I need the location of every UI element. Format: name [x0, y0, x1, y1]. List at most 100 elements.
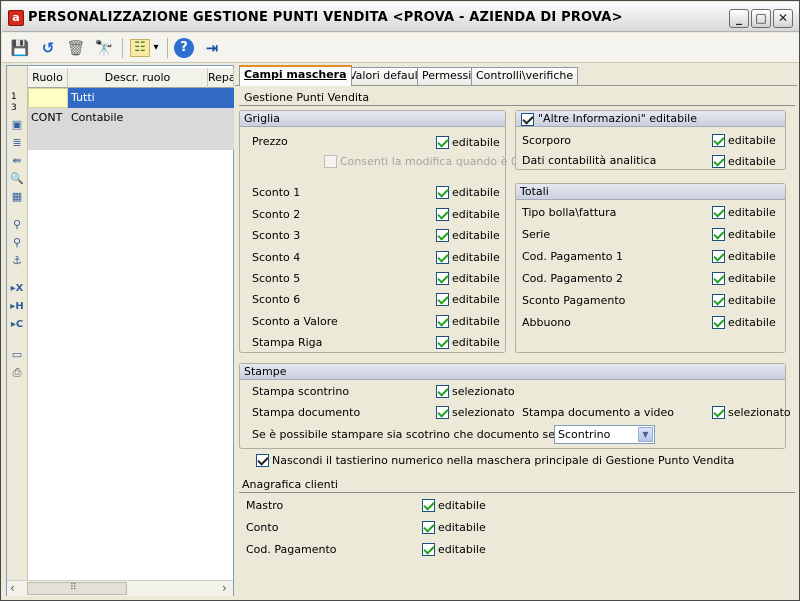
abbuono-check-label: editabile [728, 316, 776, 329]
save-icon[interactable]: 💾 [9, 37, 31, 59]
scorporo-label: Scorporo [522, 134, 572, 147]
tipo-bolla-checkbox[interactable] [712, 206, 725, 219]
chevron-down-icon[interactable]: ▼ [638, 427, 653, 442]
import-icon[interactable]: ⇚ [10, 154, 24, 168]
cell-repa[interactable] [208, 108, 234, 128]
stampa-riga-check-label: editabile [452, 336, 500, 349]
dati-contabilita-checkbox[interactable] [712, 155, 725, 168]
stampa-video-checkbox[interactable] [712, 406, 725, 419]
cod-pagamento-2-checkbox[interactable] [712, 272, 725, 285]
altre-informazioni-group: "Altre Informazioni" editabile Scorporo … [515, 110, 786, 170]
nascondi-tastierino-label: Nascondi il tastierino numerico nella ma… [272, 454, 735, 467]
tab-controlli-verifiche[interactable]: Controlli\verifiche [471, 67, 579, 85]
divider [239, 492, 795, 493]
sconto-valore-checkbox[interactable] [436, 315, 449, 328]
anchor-icon[interactable]: ⚓ [10, 254, 24, 268]
title-bar[interactable]: a PERSONALIZZAZIONE GESTIONE PUNTI VENDI… [2, 2, 799, 32]
stampa-video-check-label: selezionato [728, 406, 791, 419]
exit-icon[interactable]: ⇥ [201, 37, 223, 59]
close-button[interactable]: ✕ [773, 9, 793, 28]
serie-checkbox[interactable] [712, 228, 725, 241]
undo-icon[interactable]: ↺ [37, 37, 59, 59]
prezzo-checkbox[interactable] [436, 136, 449, 149]
stampe-group: Stampe Stampa scontrino selezionato Stam… [239, 363, 791, 449]
sconto-3-label: Sconto 3 [252, 229, 301, 242]
settings-panel: Campi maschera Valori default Permessi C… [235, 65, 797, 596]
stampa-riga-checkbox[interactable] [436, 336, 449, 349]
table-row[interactable]: CONT Contabile [28, 108, 234, 150]
toolbar-separator [167, 38, 168, 58]
scorporo-checkbox[interactable] [712, 134, 725, 147]
cod-pagamento-1-label: Cod. Pagamento 1 [522, 250, 623, 263]
cell-ruolo[interactable] [28, 88, 68, 108]
tab-campi-maschera[interactable]: Campi maschera [239, 65, 352, 86]
sconto-4-checkbox[interactable] [436, 251, 449, 264]
scroll-right-icon[interactable]: › [222, 581, 227, 596]
stampa-select[interactable]: Scontrino ▼ [554, 425, 655, 444]
table-row[interactable]: Tutti [28, 88, 234, 108]
griglia-group: Griglia Prezzo editabile Consenti la mod… [239, 110, 518, 353]
filter-remove-icon[interactable]: ⚲ [10, 236, 24, 250]
stampa-select-value: Scontrino [558, 428, 611, 441]
cod-pagamento-1-check-label: editabile [728, 250, 776, 263]
help-icon[interactable]: ? [174, 38, 194, 58]
view-dropdown-icon[interactable]: ▾ [150, 37, 162, 59]
stampa-documento-checkbox[interactable] [436, 406, 449, 419]
print-icon[interactable]: ⎙ [10, 366, 24, 380]
cell-repa[interactable] [208, 88, 234, 108]
tab-permessi[interactable]: Permessi [417, 67, 477, 85]
column-header-repa[interactable]: Repa [208, 68, 234, 88]
nascondi-tastierino-checkbox[interactable] [256, 454, 269, 467]
column-header-descr[interactable]: Descr. ruolo [68, 68, 208, 88]
sconto-2-checkbox[interactable] [436, 208, 449, 221]
tipo-bolla-check-label: editabile [728, 206, 776, 219]
cell-descr[interactable]: Tutti [68, 88, 208, 108]
tab-valori-default[interactable]: Valori default [344, 67, 427, 85]
sconto-pagamento-check-label: editabile [728, 294, 776, 307]
filter-icon[interactable]: ⚲ [10, 218, 24, 232]
anagrafica-title: Anagrafica clienti [242, 478, 338, 491]
sconto-valore-check-label: editabile [452, 315, 500, 328]
list-icon[interactable]: ≣ [10, 136, 24, 150]
zoom-icon[interactable]: 🔍 [10, 172, 24, 186]
cod-pagamento-check-label: editabile [438, 543, 486, 556]
main-window: a PERSONALIZZAZIONE GESTIONE PUNTI VENDI… [0, 0, 800, 601]
sconto-3-checkbox[interactable] [436, 229, 449, 242]
export-c-icon[interactable]: ▸C [10, 318, 24, 332]
cod-pagamento-label: Cod. Pagamento [246, 543, 337, 556]
record-icon[interactable]: ▣ [10, 118, 24, 132]
view-icon[interactable]: ☷ [130, 39, 150, 57]
cell-ruolo[interactable]: CONT [28, 108, 68, 128]
cell-descr[interactable]: Contabile [68, 108, 208, 128]
griglia-header: Griglia [240, 111, 505, 127]
maximize-button[interactable]: □ [751, 9, 771, 28]
mastro-check-label: editabile [438, 499, 486, 512]
sconto-pagamento-checkbox[interactable] [712, 294, 725, 307]
monitor-icon[interactable]: ▭ [10, 348, 24, 362]
sconto-1-checkbox[interactable] [436, 186, 449, 199]
scroll-left-icon[interactable]: ‹ [10, 581, 15, 596]
left-gutter: 1 3 ▣ ≣ ⇚ 🔍 ▦ ⚲ ⚲ ⚓ ▸X ▸H ▸C ▭ ⎙ [7, 66, 28, 580]
delete-icon[interactable]: 🗑 [65, 37, 87, 59]
conto-checkbox[interactable] [422, 521, 435, 534]
prezzo-check-label: editabile [452, 136, 500, 149]
altre-informazioni-checkbox[interactable] [521, 113, 534, 126]
binoculars-icon[interactable]: 🔭 [93, 37, 115, 59]
mastro-checkbox[interactable] [422, 499, 435, 512]
abbuono-checkbox[interactable] [712, 316, 725, 329]
export-h-icon[interactable]: ▸H [10, 300, 24, 314]
grid-icon[interactable]: ▦ [10, 190, 24, 204]
sconto-5-checkbox[interactable] [436, 272, 449, 285]
horizontal-scrollbar[interactable]: ‹ ⠿ › [7, 580, 233, 596]
app-icon: a [8, 10, 24, 26]
minimize-button[interactable]: _ [729, 9, 749, 28]
column-header-ruolo[interactable]: Ruolo [28, 68, 68, 88]
cod-pagamento-2-label: Cod. Pagamento 2 [522, 272, 623, 285]
sconto-5-check-label: editabile [452, 272, 500, 285]
cod-pagamento-1-checkbox[interactable] [712, 250, 725, 263]
stampa-scontrino-checkbox[interactable] [436, 385, 449, 398]
cod-pagamento-checkbox[interactable] [422, 543, 435, 556]
export-x-icon[interactable]: ▸X [10, 282, 24, 296]
scroll-thumb[interactable] [27, 582, 127, 595]
sconto-6-checkbox[interactable] [436, 293, 449, 306]
